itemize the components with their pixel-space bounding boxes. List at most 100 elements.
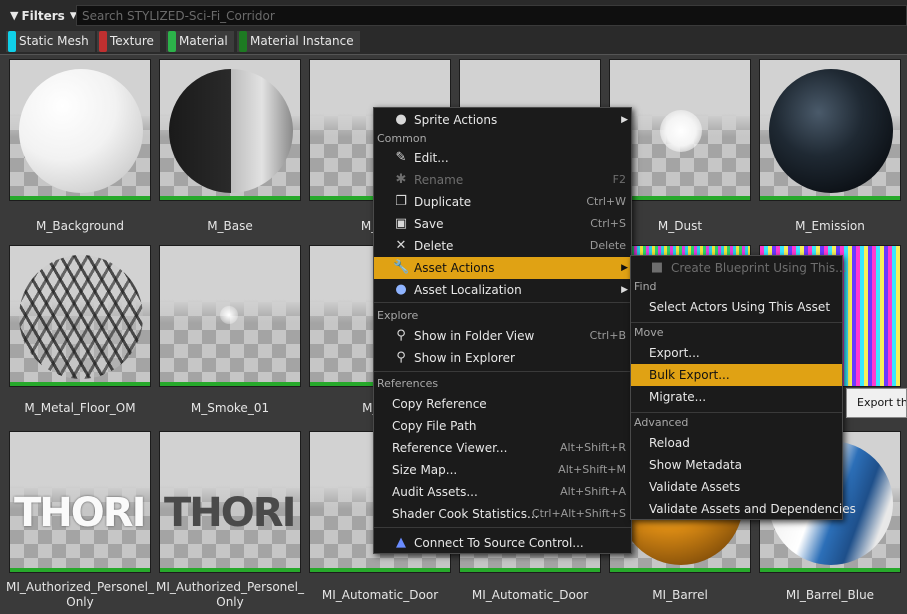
chip-label: Material Instance: [250, 34, 354, 48]
source-control-icon: ▲: [396, 535, 406, 550]
menu-item-save[interactable]: ▣ Save Ctrl+S: [374, 213, 631, 235]
menu-item-reference-viewer[interactable]: Reference Viewer... Alt+Shift+R: [374, 437, 631, 459]
filter-chip-texture[interactable]: Texture: [97, 31, 160, 52]
material-sphere: [220, 306, 238, 324]
filters-label: Filters: [21, 8, 65, 23]
menu-item-rename[interactable]: ✱ Rename F2: [374, 169, 631, 191]
asset-label: M_Base: [207, 219, 253, 233]
asset-type-bar: [610, 568, 750, 572]
menu-item-connect-source-control[interactable]: ▲ Connect To Source Control...: [374, 532, 631, 554]
rename-icon: ✱: [395, 172, 407, 187]
material-sphere: [660, 110, 702, 152]
menu-item-validate-assets-dependencies[interactable]: Validate Assets and Dependencies: [631, 498, 856, 520]
menu-item-show-in-explorer[interactable]: ⚲ Show in Explorer: [374, 347, 631, 369]
decal-lettering: THORI: [164, 490, 296, 536]
asset-label: MI_Authorized_Personel_ Only: [156, 580, 304, 609]
asset-thumbnail: [159, 59, 301, 201]
asset-type-bar: [10, 196, 150, 200]
section-header-explore: Explore: [377, 309, 419, 322]
blueprint-icon: ■: [650, 260, 664, 275]
edit-icon: ✎: [395, 150, 407, 165]
asset-type-bar: [10, 382, 150, 386]
content-browser: ▼ Filters ▼ Static Mesh Texture Material…: [0, 0, 907, 614]
menu-item-sprite-actions[interactable]: ● Sprite Actions ▶: [374, 109, 631, 131]
menu-separator: [631, 412, 842, 413]
asset-type-bar: [460, 568, 600, 572]
asset-label: MI_Authorized_Personel_ Only: [6, 580, 154, 609]
asset-type-bar: [760, 196, 900, 200]
menu-item-create-blueprint[interactable]: ■ Create Blueprint Using This...: [631, 257, 847, 279]
menu-item-audit-assets[interactable]: Audit Assets... Alt+Shift+A: [374, 481, 631, 503]
material-sphere: [169, 69, 293, 193]
submenu-arrow-icon: ▶: [621, 263, 628, 273]
filter-funnel-icon: ▼: [10, 9, 19, 22]
section-header-find: Find: [634, 280, 657, 293]
asset-type-bar: [760, 568, 900, 572]
menu-item-bulk-export[interactable]: Bulk Export...: [631, 364, 842, 386]
magnifier-icon: ⚲: [396, 328, 406, 343]
menu-item-select-actors[interactable]: Select Actors Using This Asset: [631, 296, 842, 318]
asset-type-bar: [160, 382, 300, 386]
sprite-icon: ●: [395, 112, 407, 127]
asset-type-bar: [10, 568, 150, 572]
asset-thumbnail: [759, 59, 901, 201]
menu-item-edit[interactable]: ✎ Edit...: [374, 147, 631, 169]
material-sphere: [19, 69, 143, 193]
asset-thumbnail: THORI: [159, 431, 301, 573]
filter-chip-static-mesh[interactable]: Static Mesh: [6, 31, 95, 52]
section-header-move: Move: [634, 326, 664, 339]
asset-thumbnail: [9, 59, 151, 201]
decal-lettering: THORI: [14, 490, 146, 536]
wrench-icon: 🔧: [393, 260, 410, 275]
asset-thumbnail: [159, 245, 301, 387]
menu-item-asset-actions[interactable]: 🔧 Asset Actions ▶: [374, 257, 631, 279]
menu-item-migrate[interactable]: Migrate...: [631, 386, 842, 408]
menu-item-export[interactable]: Export...: [631, 342, 842, 364]
asset-label: M_Background: [36, 219, 124, 233]
menu-item-copy-file-path[interactable]: Copy File Path: [374, 415, 631, 437]
menu-item-size-map[interactable]: Size Map... Alt+Shift+M: [374, 459, 631, 481]
filters-button[interactable]: ▼ Filters ▼: [6, 5, 83, 26]
chip-color-swatch: [8, 31, 16, 52]
filter-chip-material-instance[interactable]: Material Instance: [237, 31, 360, 52]
chip-color-swatch: [99, 31, 107, 52]
search-input[interactable]: [76, 5, 907, 26]
menu-item-duplicate[interactable]: ❐ Duplicate Ctrl+W: [374, 191, 631, 213]
asset-label: MI_Automatic_Door: [321, 588, 439, 602]
filter-chip-bar: Static Mesh Texture Material Material In…: [0, 30, 907, 54]
asset-thumbnail: THORI: [9, 431, 151, 573]
asset-thumbnail: [9, 245, 151, 387]
menu-item-reload[interactable]: Reload: [631, 432, 842, 454]
asset-label: MI_Automatic_Door: [471, 588, 589, 602]
material-sphere: [19, 255, 143, 379]
asset-type-bar: [160, 568, 300, 572]
menu-separator: [374, 371, 631, 372]
chip-label: Material: [179, 34, 228, 48]
menu-separator: [374, 527, 631, 528]
menu-separator: [374, 302, 631, 303]
duplicate-icon: ❐: [395, 194, 407, 209]
save-icon: ▣: [394, 216, 408, 231]
asset-type-bar: [160, 196, 300, 200]
asset-type-bar: [310, 568, 450, 572]
submenu-arrow-icon: ▶: [621, 285, 628, 295]
menu-item-copy-reference[interactable]: Copy Reference: [374, 393, 631, 415]
chip-label: Static Mesh: [19, 34, 89, 48]
menu-item-delete[interactable]: ✕ Delete Delete: [374, 235, 631, 257]
asset-label: MI_Barrel: [652, 588, 708, 602]
menu-item-show-in-folder-view[interactable]: ⚲ Show in Folder View Ctrl+B: [374, 325, 631, 347]
asset-actions-submenu: ■ Create Blueprint Using This... Find Se…: [630, 255, 856, 520]
globe-icon: ●: [395, 282, 407, 297]
menu-item-shader-cook-statistics[interactable]: Shader Cook Statistics... Ctrl+Alt+Shift…: [374, 503, 631, 525]
menu-item-show-metadata[interactable]: Show Metadata: [631, 454, 842, 476]
delete-icon: ✕: [395, 238, 407, 253]
asset-label: M_Smoke_01: [190, 401, 270, 415]
asset-label: M_Metal_Floor_OM: [24, 401, 136, 415]
tooltip: Export the: [846, 388, 907, 418]
menu-item-asset-localization[interactable]: ● Asset Localization ▶: [374, 279, 631, 301]
section-header-common: Common: [377, 132, 427, 145]
chip-color-swatch: [239, 31, 247, 52]
asset-context-menu: ● Sprite Actions ▶ Common ✎ Edit... ✱ Re…: [373, 107, 632, 554]
filter-chip-material[interactable]: Material: [166, 31, 234, 52]
menu-item-validate-assets[interactable]: Validate Assets: [631, 476, 842, 498]
